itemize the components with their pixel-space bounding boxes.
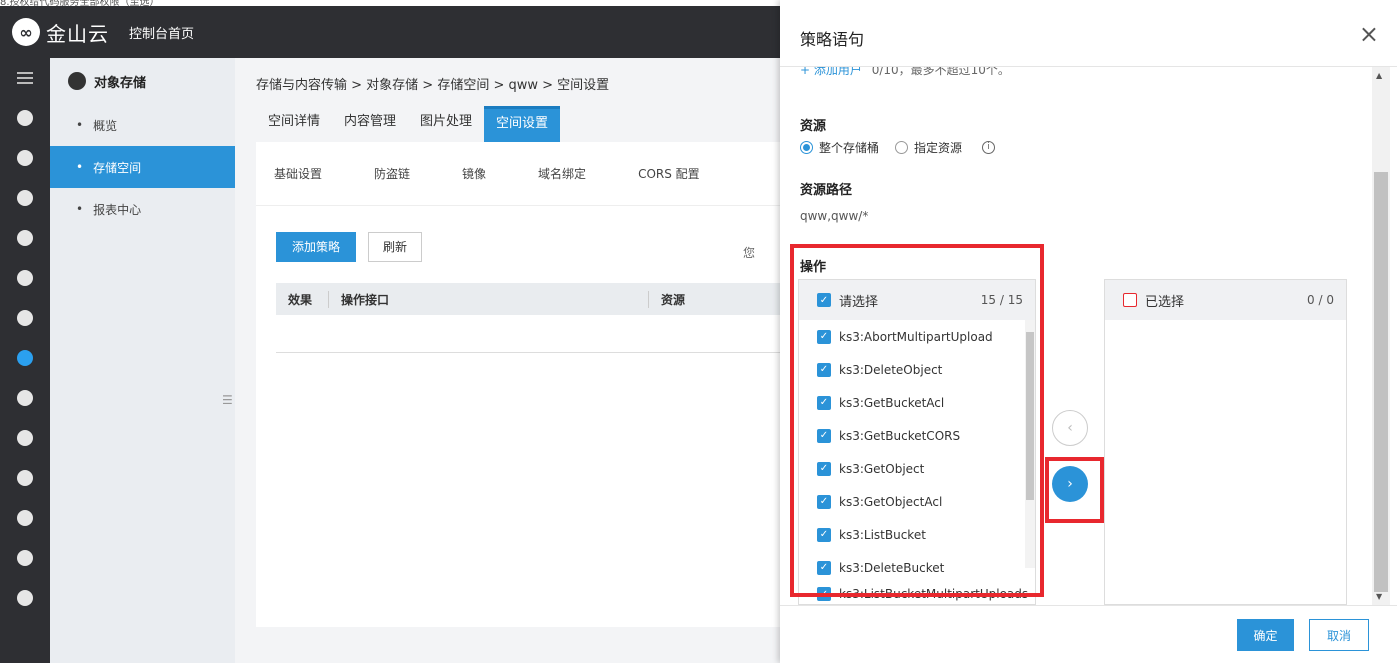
radio-whole-bucket-label[interactable]: 整个存储桶 [819,139,879,156]
add-user-hint: 0/10，最多不超过10个。 [871,67,1010,77]
breadcrumb: 存储与内容传输 > 对象存储 > 存储空间 > qww > 空间设置 [256,78,610,93]
cdn-icon[interactable] [0,378,50,418]
action-highlight-box [790,244,1044,597]
cloud-icon [68,72,86,90]
add-user-row: + 添加用户 0/10，最多不超过10个。 [800,67,1010,78]
info-icon[interactable]: i [982,141,996,154]
scroll-down-icon[interactable]: ▼ [1376,592,1382,601]
tab-bucket-details[interactable]: 空间详情 [256,106,332,142]
network-icon[interactable] [0,178,50,218]
settings-subtabs: 基础设置 防盗链 镜像 域名绑定 CORS 配置 [256,142,780,206]
sidebar-item-label: 存储空间 [93,160,142,175]
scroll-up-icon[interactable]: ▲ [1376,71,1382,80]
arrow-highlight-box [1045,457,1104,523]
menu-icon[interactable] [0,58,50,98]
card-icon[interactable] [0,578,50,618]
icon-rail [0,58,50,663]
subtab-basic[interactable]: 基础设置 [274,165,322,182]
drawer-body: + 添加用户 0/10，最多不超过10个。 资源 整个存储桶 指定资源 i 资源… [780,67,1370,605]
drawer-scroll-thumb[interactable] [1374,172,1388,592]
bucket-tabs: 空间详情 内容管理 图片处理 空间设置 [256,106,561,142]
cancel-button[interactable]: 取消 [1309,619,1369,651]
brand-logo[interactable]: ∞ 金山云 [12,18,109,47]
user-icon[interactable] [0,138,50,178]
product-icon[interactable] [0,98,50,138]
column-operation: 操作接口 [328,290,648,308]
sidebar-header: 对象存储 [50,58,235,104]
share-icon[interactable] [0,298,50,338]
resource-path-label: 资源路径 [800,183,853,198]
subtab-mirror[interactable]: 镜像 [462,165,486,182]
tab-image-processing[interactable]: 图片处理 [408,106,484,142]
column-effect: 效果 [288,292,313,307]
sidebar-item-overview[interactable]: • 概览 [50,104,235,146]
radio-specific-resource[interactable] [895,141,909,154]
chevron-left-icon: ‹ [1067,420,1073,436]
security-icon[interactable] [0,458,50,498]
logo-text: 金山云 [46,21,109,46]
resource-radio-group: 整个存储桶 指定资源 i [800,139,996,156]
subtab-cors[interactable]: CORS 配置 [638,165,700,182]
globe-icon[interactable] [0,538,50,578]
resource-path-value: qww,qww/* [800,209,869,223]
refresh-button[interactable]: 刷新 [368,232,423,262]
sidebar-item-reports[interactable]: • 报表中心 [50,188,235,230]
storage-icon[interactable] [0,258,50,298]
database-icon[interactable] [0,218,50,258]
settings-card: 基础设置 防盗链 镜像 域名绑定 CORS 配置 添加策略 刷新 效果 操作接口… [256,142,780,627]
subtab-domain[interactable]: 域名绑定 [538,165,586,182]
radio-specific-resource-label[interactable]: 指定资源 [914,139,962,156]
selected-actions-title: 已选择 [1145,294,1185,310]
tab-bucket-settings[interactable]: 空间设置 [484,106,561,142]
sidebar-item-buckets[interactable]: • 存储空间 [50,146,235,188]
selected-actions-header: 已选择 0 / 0 [1105,280,1346,320]
drawer-scrollbar[interactable]: ▲ ▼ [1372,67,1390,605]
layers-icon[interactable] [0,498,50,538]
close-icon[interactable]: × [1359,22,1379,46]
secondary-sidebar: 对象存储 • 概览 • 存储空间 • 报表中心 [50,58,235,663]
add-user-link[interactable]: + 添加用户 [800,67,862,77]
drawer-footer-divider [780,605,1397,606]
bullet-icon: • [76,202,84,216]
subtab-hotlink[interactable]: 防盗链 [374,165,410,182]
move-left-button[interactable]: ‹ [1052,410,1088,446]
object-storage-icon[interactable] [0,338,50,378]
policy-actions: 添加策略 刷新 [276,232,423,262]
empty-hint: 您 [743,246,756,260]
select-all-selected-checkbox[interactable] [1123,293,1137,307]
cloud-logo-icon: ∞ [12,18,40,46]
main-content: 存储与内容传输 > 对象存储 > 存储空间 > qww > 空间设置 空间详情 … [235,58,780,663]
bullet-icon: • [76,118,84,132]
table-divider [276,352,780,353]
selected-actions-panel: 已选择 0 / 0 [1104,279,1347,605]
resource-label: 资源 [800,119,827,134]
console-home-link[interactable]: 控制台首页 [129,23,194,42]
bullet-icon: • [76,160,84,174]
drawer-title: 策略语句 [800,30,865,49]
policy-drawer: 策略语句 × + 添加用户 0/10，最多不超过10个。 资源 整个存储桶 指定… [780,0,1397,663]
sidebar-item-label: 报表中心 [93,202,142,217]
sidebar-title: 对象存储 [94,75,147,91]
add-policy-button[interactable]: 添加策略 [276,232,357,262]
selected-actions-count: 0 / 0 [1307,293,1334,307]
sidebar-collapse-icon[interactable]: ☰ [222,393,234,407]
top-bar: ∞ 金山云 控制台首页 [0,6,780,58]
radio-whole-bucket[interactable] [800,141,813,154]
confirm-button[interactable]: 确定 [1237,619,1294,651]
column-resource: 资源 [648,290,685,308]
sidebar-item-label: 概览 [93,118,118,133]
monitor-icon[interactable] [0,418,50,458]
policy-table-header: 效果 操作接口 资源 [276,283,780,315]
tab-content-management[interactable]: 内容管理 [332,106,408,142]
